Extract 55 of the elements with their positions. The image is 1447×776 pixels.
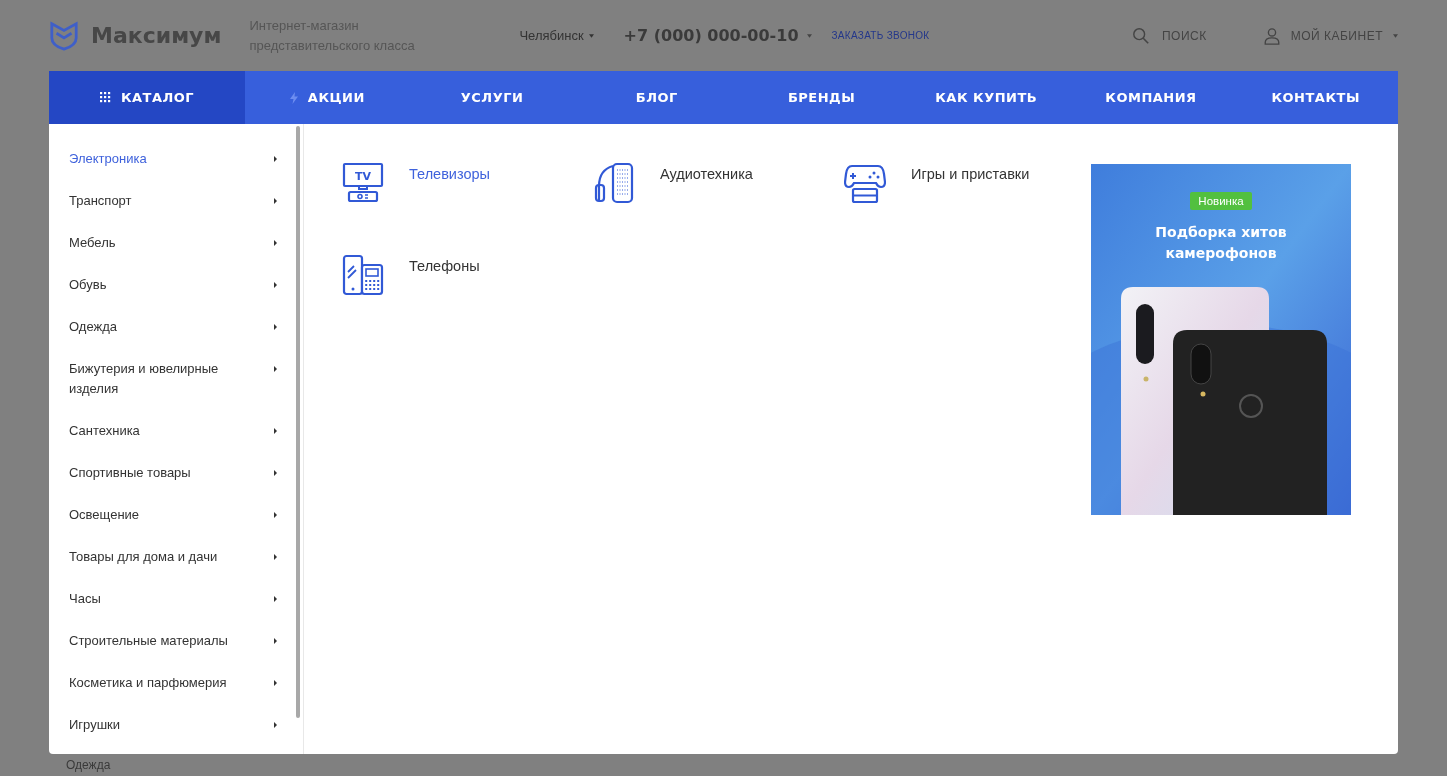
phones-icon: [342, 254, 384, 296]
banner-title: Подборка хитов камерофонов: [1154, 223, 1288, 263]
search-icon: [1131, 26, 1150, 45]
caret-right-icon: [274, 324, 277, 330]
caret-right-icon: [274, 198, 277, 204]
caret-icon: [1393, 33, 1398, 38]
category-item[interactable]: Обувь: [69, 264, 303, 306]
new-badge: Новинка: [1190, 192, 1252, 210]
caret-right-icon: [274, 722, 277, 728]
caret-right-icon: [274, 596, 277, 602]
subcategory-item[interactable]: Телефоны: [342, 254, 593, 346]
gamepad-console-icon: [844, 162, 886, 204]
category-item[interactable]: Электроника: [69, 138, 303, 180]
nav-tab[interactable]: БЛОГ: [574, 71, 740, 124]
category-item[interactable]: Косметика и парфюмерия: [69, 662, 303, 704]
caret-right-icon: [274, 428, 277, 434]
caret-icon: [588, 33, 594, 38]
nav-tab[interactable]: УСЛУГИ: [409, 71, 575, 124]
lightning-icon: [289, 91, 298, 104]
caret-right-icon: [274, 638, 277, 644]
caret-right-icon: [274, 680, 277, 686]
subcategory-item[interactable]: Аудиотехника: [593, 162, 844, 254]
caret-right-icon: [274, 366, 277, 372]
nav-tab[interactable]: КАК КУПИТЬ: [903, 71, 1069, 124]
nav-tab[interactable]: КОНТАКТЫ: [1233, 71, 1399, 124]
grid-icon: [99, 92, 111, 103]
category-item[interactable]: Бижутерия и ювелирные изделия: [69, 348, 303, 410]
nav-tab[interactable]: КАТАЛОГ: [49, 71, 245, 124]
nav-tab[interactable]: БРЕНДЫ: [739, 71, 904, 124]
caret-right-icon: [274, 282, 277, 288]
subcategory-item[interactable]: Игры и приставки: [844, 162, 1084, 254]
scrollbar[interactable]: [296, 126, 300, 718]
caret-icon: [806, 33, 812, 38]
shield-logo-icon: [49, 20, 79, 51]
category-item[interactable]: Транспорт: [69, 180, 303, 222]
caret-right-icon: [274, 470, 277, 476]
nav-tab[interactable]: АКЦИИ: [245, 71, 410, 124]
headphones-speaker-icon: [593, 162, 635, 204]
nav-tab[interactable]: КОМПАНИЯ: [1068, 71, 1234, 124]
category-item[interactable]: Спортивные товары: [69, 452, 303, 494]
category-item[interactable]: Строительные материалы: [69, 620, 303, 662]
category-item[interactable]: Мебель: [69, 222, 303, 264]
category-item[interactable]: Часы: [69, 578, 303, 620]
caret-right-icon: [274, 240, 277, 246]
caret-right-icon: [274, 554, 277, 560]
subcategory-item[interactable]: TV Телевизоры: [342, 162, 593, 254]
category-item[interactable]: Сантехника: [69, 410, 303, 452]
category-item[interactable]: Одежда: [69, 306, 303, 348]
caret-right-icon: [274, 512, 277, 518]
user-icon: [1262, 26, 1281, 45]
background-category-item: Одежда: [66, 758, 111, 772]
category-item[interactable]: Игрушки: [69, 704, 303, 746]
caret-right-icon: [274, 156, 277, 162]
category-item[interactable]: Товары для дома и дачи: [69, 536, 303, 578]
category-item[interactable]: Освещение: [69, 494, 303, 536]
